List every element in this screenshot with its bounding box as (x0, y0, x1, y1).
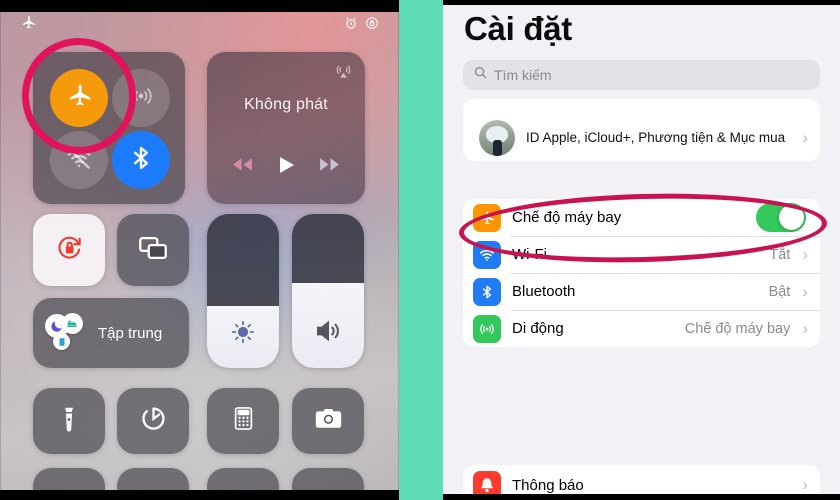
screenshot-root: Không phát Tập trung Cài đặt Tìm kiếm ID… (0, 0, 840, 500)
volume-slider[interactable] (292, 214, 364, 368)
camera-button[interactable] (292, 388, 364, 454)
connectivity-module (33, 52, 185, 204)
airplane-mode-toggle[interactable] (756, 203, 806, 232)
bluetooth-icon (473, 277, 501, 306)
media-playback-module[interactable]: Không phát (207, 52, 365, 204)
toggle-knob (779, 205, 804, 230)
row-value: Bật (768, 283, 791, 300)
wifi-icon (473, 240, 501, 269)
timer-button[interactable] (117, 388, 189, 454)
row-label: Wi-Fi (512, 246, 547, 263)
connectivity-settings-card: Chế độ máy bay Wi-Fi Tắt › Bluetooth Bật… (463, 199, 820, 347)
bluetooth-toggle[interactable] (112, 131, 170, 189)
row-label: Chế độ máy bay (512, 209, 622, 226)
chevron-right-icon: › (802, 128, 808, 147)
panel-divider (399, 0, 443, 500)
cellular-icon (473, 314, 501, 343)
row-label: Thông báo (512, 476, 584, 494)
book-icon (53, 333, 70, 350)
rotation-lock-icon (53, 231, 86, 269)
wifi-slash-icon (65, 144, 93, 177)
airplane-icon (473, 203, 501, 232)
bluetooth-row[interactable]: Bluetooth Bật › (463, 273, 820, 310)
forward-icon[interactable] (317, 152, 342, 182)
calculator-button[interactable] (207, 388, 279, 454)
brightness-icon (207, 318, 279, 346)
chevron-right-icon: › (802, 244, 808, 264)
apple-id-label: ID Apple, iCloud+, Phương tiện & Mục mua (526, 130, 786, 145)
cellular-icon (127, 82, 155, 115)
bed-icon (62, 313, 83, 334)
airplane-mode-row[interactable]: Chế độ máy bay (463, 199, 820, 236)
cellular-data-toggle[interactable] (112, 69, 170, 127)
cellular-row[interactable]: Di động Chế độ máy bay › (463, 310, 820, 347)
flashlight-icon (54, 404, 84, 439)
chevron-right-icon: › (802, 318, 808, 338)
bottom-letterbox (0, 490, 399, 500)
control-center-panel: Không phát Tập trung (0, 0, 399, 500)
volume-icon (292, 316, 364, 346)
apple-id-card[interactable]: ID Apple, iCloud+, Phương tiện & Mục mua… (463, 99, 820, 161)
screen-mirroring-icon (136, 231, 170, 270)
media-controls (207, 152, 365, 182)
search-input[interactable]: Tìm kiếm (463, 60, 820, 90)
row-value: Chế độ máy bay (684, 320, 791, 337)
airplane-icon (20, 14, 37, 36)
wifi-row[interactable]: Wi-Fi Tắt › (463, 236, 820, 273)
focus-label: Tập trung (98, 324, 163, 342)
airplane-mode-toggle[interactable] (50, 69, 108, 127)
avatar (479, 120, 515, 156)
screen-mirroring-button[interactable] (117, 214, 189, 286)
chevron-right-icon: › (802, 475, 808, 494)
settings-top-letterbox (443, 0, 840, 5)
alarm-clock-icon (344, 16, 358, 35)
top-letterbox (0, 0, 399, 12)
search-placeholder: Tìm kiếm (494, 67, 552, 83)
camera-icon (313, 403, 344, 439)
apple-id-row[interactable]: ID Apple, iCloud+, Phương tiện & Mục mua… (463, 115, 820, 161)
rewind-icon[interactable] (230, 152, 255, 182)
bluetooth-icon (127, 144, 155, 177)
settings-panel: Cài đặt Tìm kiếm ID Apple, iCloud+, Phươ… (443, 0, 840, 500)
chevron-right-icon: › (802, 281, 808, 301)
page-title: Cài đặt (464, 10, 572, 47)
flashlight-button[interactable] (33, 388, 105, 454)
rotation-lock-icon (365, 16, 379, 35)
focus-module[interactable]: Tập trung (33, 298, 189, 368)
airplane-icon (65, 81, 94, 115)
settings-bottom-letterbox (443, 494, 840, 500)
search-icon (473, 65, 488, 85)
rotation-lock-toggle[interactable] (33, 214, 105, 286)
play-icon[interactable] (274, 153, 298, 182)
status-bar (0, 12, 399, 38)
timer-icon (138, 403, 169, 439)
control-center-grid: Không phát Tập trung (0, 40, 399, 500)
row-label: Di động (512, 320, 564, 337)
brightness-slider[interactable] (207, 214, 279, 368)
focus-icon-stack (45, 311, 87, 355)
calculator-icon (230, 405, 257, 437)
row-label: Bluetooth (512, 283, 576, 300)
row-value: Tắt (769, 246, 791, 263)
airplay-icon[interactable] (334, 62, 353, 86)
wifi-toggle[interactable] (50, 131, 108, 189)
media-title: Không phát (244, 96, 328, 113)
